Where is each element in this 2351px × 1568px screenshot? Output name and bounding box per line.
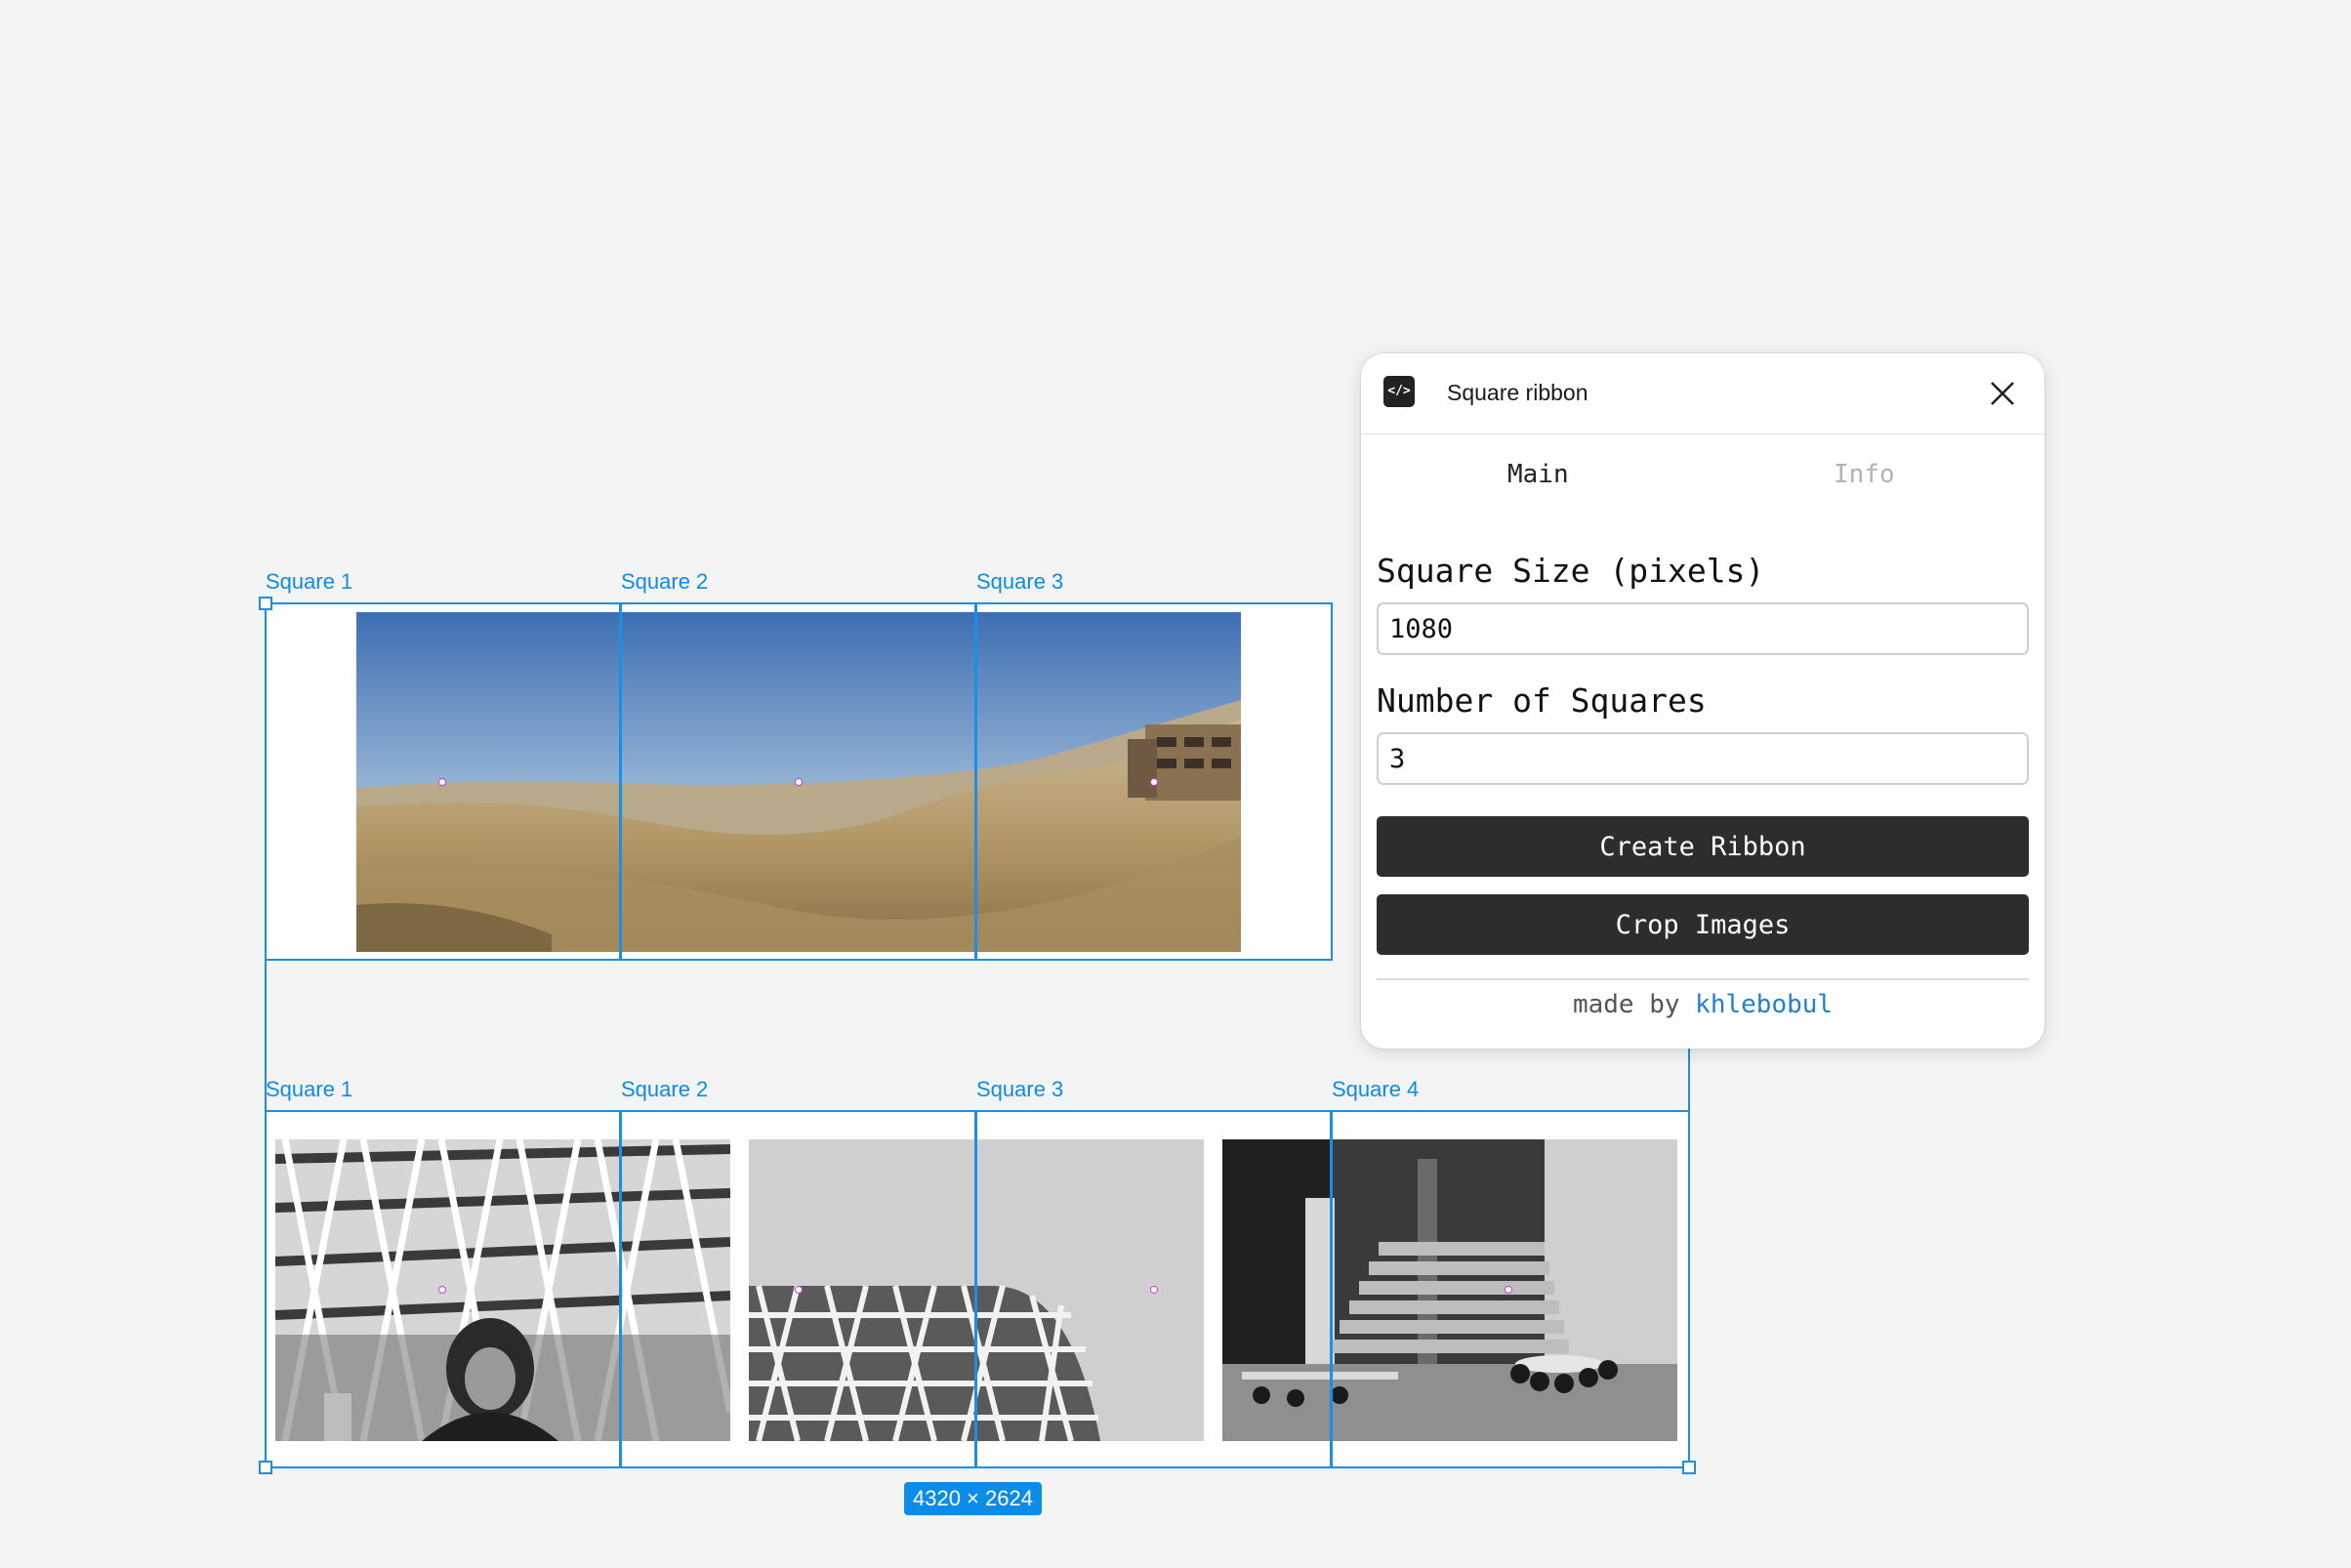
square-label-bottom-1[interactable]: Square 1: [266, 1077, 352, 1102]
image-center-marker: [795, 1286, 803, 1294]
selection-size-badge: 4320 × 2624: [904, 1482, 1042, 1515]
square-divider: [619, 1110, 622, 1468]
image-center-marker: [438, 1286, 446, 1294]
number-of-squares-label: Number of Squares: [1377, 681, 1707, 720]
code-icon: </>: [1383, 376, 1415, 407]
plugin-header: </> Square ribbon: [1361, 353, 2044, 434]
create-ribbon-button[interactable]: Create Ribbon: [1377, 816, 2029, 877]
plugin-panel: </> Square ribbon Main Info Square Size …: [1361, 353, 2044, 1049]
square-divider: [1330, 1110, 1333, 1468]
interior-stairs-image[interactable]: [1222, 1139, 1677, 1441]
resize-handle-top-left[interactable]: [259, 597, 272, 610]
resize-handle-bottom-left[interactable]: [259, 1461, 272, 1474]
crop-images-button[interactable]: Crop Images: [1377, 894, 2029, 955]
selection-edge-bottom[interactable]: [265, 1466, 1690, 1468]
image-center-marker: [1150, 1286, 1158, 1294]
square-label-bottom-4[interactable]: Square 4: [1332, 1077, 1419, 1102]
square-label-bottom-3[interactable]: Square 3: [976, 1077, 1063, 1102]
plugin-footer: made by khlebobul: [1361, 988, 2044, 1021]
square-label-top-1[interactable]: Square 1: [266, 569, 352, 595]
resize-handle-bottom-right[interactable]: [1682, 1461, 1696, 1474]
number-of-squares-input[interactable]: [1377, 732, 2029, 785]
image-center-marker: [1150, 778, 1158, 786]
building-portrait-image[interactable]: [275, 1139, 730, 1441]
image-center-marker: [438, 778, 446, 786]
image-center-marker: [1505, 1286, 1512, 1294]
square-size-input[interactable]: [1377, 602, 2029, 655]
author-link[interactable]: khlebobul: [1695, 990, 1833, 1019]
square-label-top-3[interactable]: Square 3: [976, 569, 1063, 595]
square-divider: [974, 602, 977, 961]
tab-main[interactable]: Main: [1507, 457, 1569, 492]
selection-edge-left[interactable]: [265, 602, 267, 1468]
square-divider: [619, 602, 622, 961]
plugin-title: Square ribbon: [1447, 380, 1588, 405]
footer-divider: [1377, 978, 2029, 980]
square-divider: [974, 1110, 977, 1468]
square-label-top-2[interactable]: Square 2: [621, 569, 708, 595]
square-label-bottom-2[interactable]: Square 2: [621, 1077, 708, 1102]
selection-edge-right[interactable]: [1688, 1049, 1690, 1468]
square-size-label: Square Size (pixels): [1377, 552, 1765, 590]
close-button[interactable]: [1986, 377, 2019, 410]
footer-prefix: made by: [1572, 990, 1680, 1019]
image-center-marker: [795, 778, 803, 786]
tab-info[interactable]: Info: [1834, 457, 1895, 492]
close-icon: [1991, 382, 2014, 405]
